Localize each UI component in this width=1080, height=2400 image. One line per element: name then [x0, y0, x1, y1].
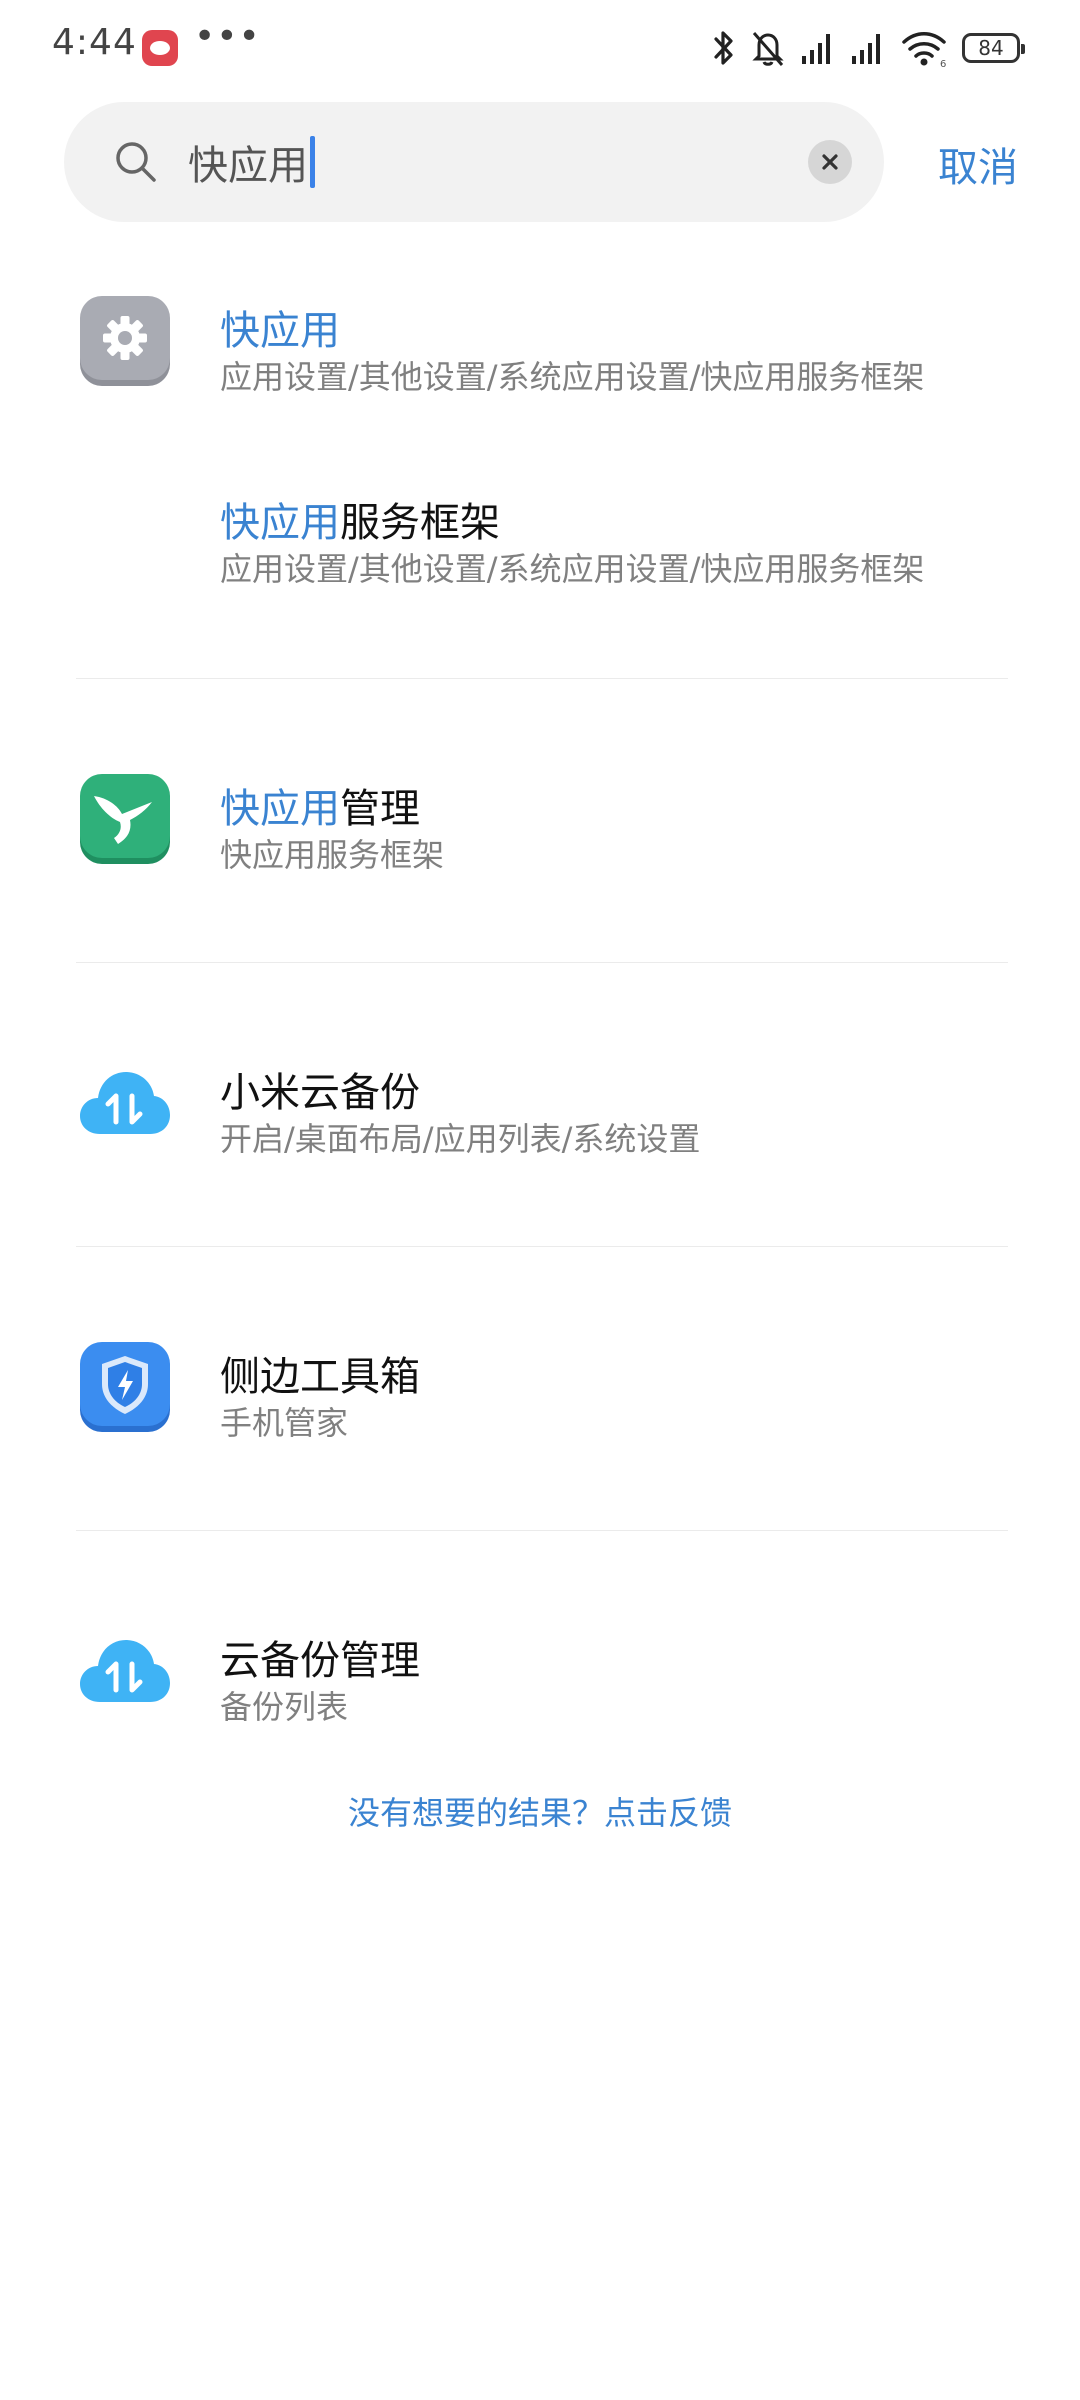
clear-search-button[interactable]	[808, 140, 852, 184]
result-subtitle: 手机管家	[220, 1404, 349, 1442]
signal-strength-icon-2	[852, 34, 880, 64]
cancel-button[interactable]: 取消	[938, 135, 1018, 193]
divider	[76, 1530, 1008, 1531]
result-title-rest: 侧边工具箱	[220, 1354, 420, 1400]
result-title-rest: 管理	[340, 786, 420, 832]
result-title: 云备份管理	[220, 1628, 420, 1686]
notification-app-icon	[142, 30, 178, 66]
text-caret	[310, 136, 315, 188]
search-query-text: 快应用	[188, 143, 308, 189]
result-item-quick-app-service-framework[interactable]: 快应用服务框架 应用设置/其他设置/系统应用设置/快应用服务框架	[0, 470, 1080, 620]
mute-bell-icon	[752, 32, 784, 66]
result-item-sidebar-toolbox[interactable]: 侧边工具箱 手机管家	[0, 1318, 1080, 1468]
result-title-rest: 云备份管理	[220, 1638, 420, 1684]
search-input[interactable]: 快应用	[188, 130, 315, 194]
close-icon	[822, 154, 838, 170]
wifi-icon: 6	[902, 32, 946, 68]
security-shield-icon	[80, 1342, 170, 1432]
result-title: 快应用服务框架	[220, 490, 500, 548]
feedback-link[interactable]: 没有想要的结果？点击反馈	[0, 1788, 1080, 1834]
search-bar[interactable]: 快应用	[64, 102, 884, 222]
result-title: 快应用管理	[220, 776, 420, 834]
divider	[76, 962, 1008, 963]
result-subtitle: 应用设置/其他设置/系统应用设置/快应用服务框架	[220, 550, 925, 588]
result-subtitle: 备份列表	[220, 1688, 349, 1726]
status-icons: 6 84	[712, 26, 1025, 70]
result-title-rest: 服务框架	[340, 500, 500, 546]
result-title-highlight: 快应用	[220, 500, 340, 546]
search-icon	[116, 142, 156, 182]
result-title-highlight: 快应用	[220, 786, 340, 832]
bluetooth-icon	[714, 31, 733, 65]
signal-strength-icon-1	[802, 34, 830, 64]
status-bar: 4:44 ••• 6 84	[0, 0, 1080, 96]
result-item-mi-cloud-backup[interactable]: 小米云备份 开启/桌面布局/应用列表/系统设置	[0, 1034, 1080, 1184]
battery-icon: 84	[962, 33, 1025, 63]
result-subtitle: 开启/桌面布局/应用列表/系统设置	[220, 1120, 701, 1158]
cloud-sync-icon	[80, 1640, 170, 1702]
more-notifications-icon: •••	[194, 16, 261, 57]
result-title-rest: 小米云备份	[220, 1070, 420, 1116]
result-title: 小米云备份	[220, 1060, 420, 1118]
network-badge: 6	[940, 59, 946, 68]
status-time: 4:44	[52, 22, 137, 63]
result-title: 快应用	[220, 298, 340, 356]
settings-gear-icon	[80, 296, 170, 386]
result-item-quick-app[interactable]: 快应用 应用设置/其他设置/系统应用设置/快应用服务框架	[0, 270, 1080, 420]
result-subtitle: 快应用服务框架	[220, 836, 445, 874]
divider	[76, 1246, 1008, 1247]
divider	[76, 678, 1008, 679]
result-title-highlight: 快应用	[220, 308, 340, 354]
result-title: 侧边工具箱	[220, 1344, 420, 1402]
result-item-quick-app-management[interactable]: 快应用管理 快应用服务框架	[0, 750, 1080, 900]
result-item-cloud-backup-management[interactable]: 云备份管理 备份列表	[0, 1602, 1080, 1752]
cloud-sync-icon	[80, 1072, 170, 1134]
hummingbird-icon	[80, 774, 170, 864]
result-subtitle: 应用设置/其他设置/系统应用设置/快应用服务框架	[220, 358, 925, 396]
